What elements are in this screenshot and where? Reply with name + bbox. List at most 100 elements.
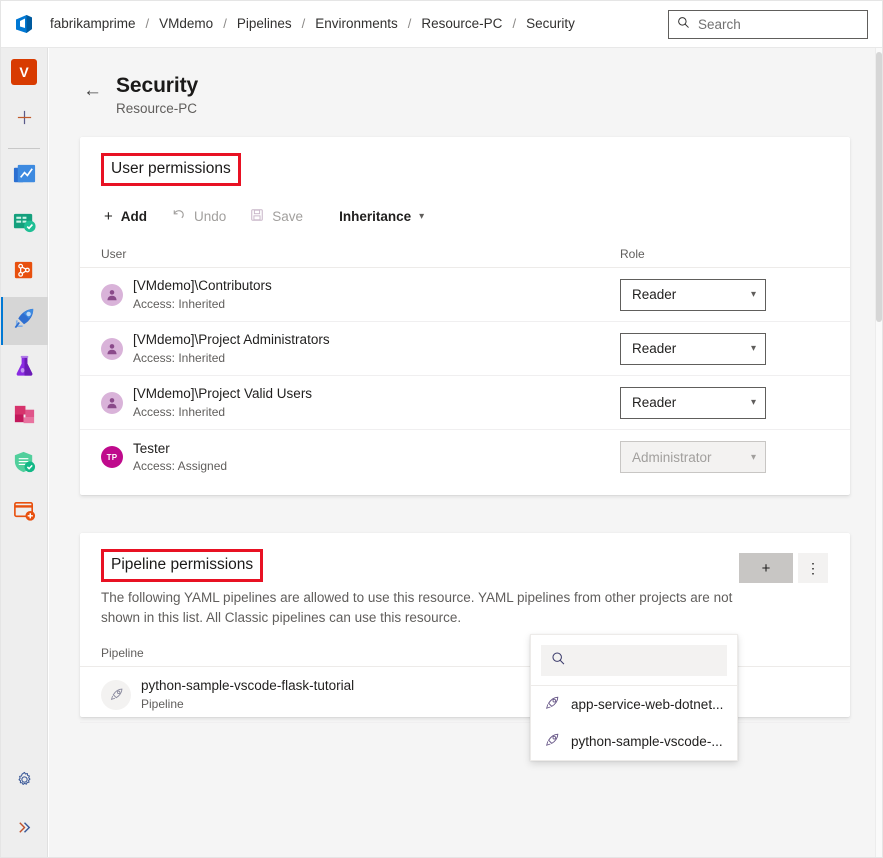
user-identity: [VMdemo]\Project Administrators Access: …	[80, 332, 620, 365]
table-row[interactable]: TP Tester Access: Assigned Administrator…	[80, 430, 850, 484]
sidebar-item-repos[interactable]	[0, 249, 48, 297]
chevron-double-right-icon	[16, 819, 33, 841]
sidebar-item-artifacts[interactable]	[0, 393, 48, 441]
top-breadcrumb-bar: fabrikamprime / VMdemo / Pipelines / Env…	[0, 0, 883, 48]
pipeline-permissions-description: The following YAML pipelines are allowed…	[101, 590, 733, 625]
search-placeholder: Search	[698, 17, 741, 32]
role-dropdown-value: Administrator	[632, 449, 712, 465]
chevron-down-icon: ▾	[750, 343, 756, 354]
group-avatar-icon	[101, 283, 123, 306]
avatar: V	[11, 59, 37, 85]
add-button[interactable]: + Add	[92, 202, 159, 231]
user-access: Access: Assigned	[133, 459, 228, 474]
test-plans-flask-icon	[12, 354, 37, 384]
user-access: Access: Inherited	[133, 350, 226, 365]
breadcrumb-item-3[interactable]: Environments	[313, 16, 400, 31]
breadcrumb-separator: /	[407, 16, 412, 31]
plus-icon: +	[104, 207, 113, 225]
sidebar-item-new[interactable]	[0, 96, 48, 144]
table-row[interactable]: [VMdemo]\Contributors Access: Inherited …	[80, 268, 850, 322]
pipeline-search-input[interactable]	[541, 645, 727, 676]
dropdown-option-1[interactable]: python-sample-vscode-...	[531, 723, 737, 760]
back-arrow-icon[interactable]: ←	[83, 81, 102, 116]
rocket-icon	[544, 695, 560, 714]
sidebar-item-profile[interactable]: V	[0, 48, 48, 96]
breadcrumb-item-5[interactable]: Security	[524, 16, 577, 31]
breadcrumb-separator: /	[223, 16, 227, 31]
page-scrollbar[interactable]	[875, 48, 883, 858]
pipelines-rocket-icon	[12, 306, 37, 336]
breadcrumb-item-0[interactable]: fabrikamprime	[48, 16, 138, 31]
role-dropdown[interactable]: Reader ▾	[620, 386, 766, 419]
pipeline-permissions-actions: + ⋮	[739, 553, 828, 583]
user-permissions-title: User permissions	[101, 153, 241, 186]
user-identity: TP Tester Access: Assigned	[80, 441, 620, 474]
chevron-down-icon: ▾	[419, 210, 425, 222]
sidebar-item-project-settings[interactable]	[0, 758, 48, 806]
sidebar-item-test-plans[interactable]	[0, 345, 48, 393]
breadcrumb-item-2[interactable]: Pipelines	[235, 16, 294, 31]
scrollbar-thumb[interactable]	[876, 52, 882, 322]
page-title: Security	[116, 74, 199, 97]
breadcrumb-item-1[interactable]: VMdemo	[157, 16, 215, 31]
sidebar-item-expand[interactable]	[0, 806, 48, 854]
inheritance-button-label: Inheritance	[339, 208, 412, 224]
breadcrumb-separator: /	[301, 16, 306, 31]
table-row[interactable]: [VMdemo]\Project Administrators Access: …	[80, 322, 850, 376]
user-table-header: User Role	[80, 240, 850, 268]
sidebar-item-boards[interactable]	[0, 201, 48, 249]
user-access: Access: Inherited	[133, 296, 226, 311]
breadcrumb-item-4[interactable]: Resource-PC	[419, 16, 504, 31]
sidebar-item-security[interactable]	[0, 441, 48, 489]
role-dropdown[interactable]: Reader ▾	[620, 278, 766, 311]
role-dropdown-value: Reader	[632, 287, 677, 302]
undo-icon	[171, 207, 186, 225]
inheritance-button[interactable]: Inheritance ▾	[327, 202, 436, 231]
avatar: TP	[101, 446, 123, 468]
save-button-label: Save	[272, 208, 304, 224]
rocket-icon	[544, 732, 560, 751]
boards-icon	[12, 210, 37, 240]
artifacts-boxes-icon	[12, 402, 37, 432]
user-access: Access: Inherited	[133, 404, 226, 419]
breadcrumb-separator: /	[145, 16, 150, 31]
group-avatar-icon	[101, 391, 123, 414]
user-identity: [VMdemo]\Project Valid Users Access: Inh…	[80, 386, 620, 419]
pipeline-type: Pipeline	[141, 697, 184, 712]
user-name: [VMdemo]\Project Valid Users	[133, 386, 313, 402]
sidebar-item-overview[interactable]	[0, 153, 48, 201]
undo-button-label: Undo	[194, 208, 227, 224]
role-cell: Reader ▾	[620, 386, 820, 419]
shield-check-icon	[12, 450, 37, 480]
chevron-down-icon: ▾	[750, 397, 756, 408]
sidebar-bottom-group	[0, 758, 48, 854]
save-button[interactable]: Save	[238, 201, 315, 232]
dropdown-option-0[interactable]: app-service-web-dotnet...	[531, 686, 737, 723]
user-permissions-toolbar: + Add Undo Save Inheritance ▾	[80, 200, 850, 232]
breadcrumb: fabrikamprime / VMdemo / Pipelines / Env…	[48, 16, 577, 31]
user-name: [VMdemo]\Contributors	[133, 278, 272, 294]
repos-icon	[12, 258, 37, 288]
role-dropdown[interactable]: Reader ▾	[620, 332, 766, 365]
azure-devops-logo[interactable]	[0, 0, 48, 48]
pipeline-permissions-card: Pipeline permissions The following YAML …	[80, 533, 850, 761]
undo-button[interactable]: Undo	[159, 200, 238, 232]
overview-boards-icon	[12, 162, 37, 192]
pipeline-picker-dropdown: app-service-web-dotnet... python-sample-…	[530, 634, 738, 761]
table-row[interactable]: [VMdemo]\Project Valid Users Access: Inh…	[80, 376, 850, 430]
role-cell: Administrator ▾	[620, 441, 820, 473]
sidebar-item-billing[interactable]	[0, 489, 48, 537]
pipeline-permissions-title: Pipeline permissions	[101, 549, 264, 582]
more-vertical-icon: ⋮	[806, 559, 820, 576]
add-pipeline-button[interactable]: +	[739, 553, 793, 583]
group-avatar-icon	[101, 337, 123, 360]
chevron-down-icon: ▾	[750, 289, 756, 300]
more-options-button[interactable]: ⋮	[798, 553, 828, 583]
main-content: ← Security Resource-PC User permissions …	[49, 48, 875, 858]
save-disk-icon	[250, 208, 264, 225]
sidebar-item-pipelines[interactable]	[0, 297, 48, 345]
dropdown-option-label: python-sample-vscode-...	[571, 734, 723, 749]
page-subtitle: Resource-PC	[116, 101, 198, 116]
search-input[interactable]: Search	[668, 10, 868, 39]
chevron-down-icon: ▾	[750, 451, 756, 463]
